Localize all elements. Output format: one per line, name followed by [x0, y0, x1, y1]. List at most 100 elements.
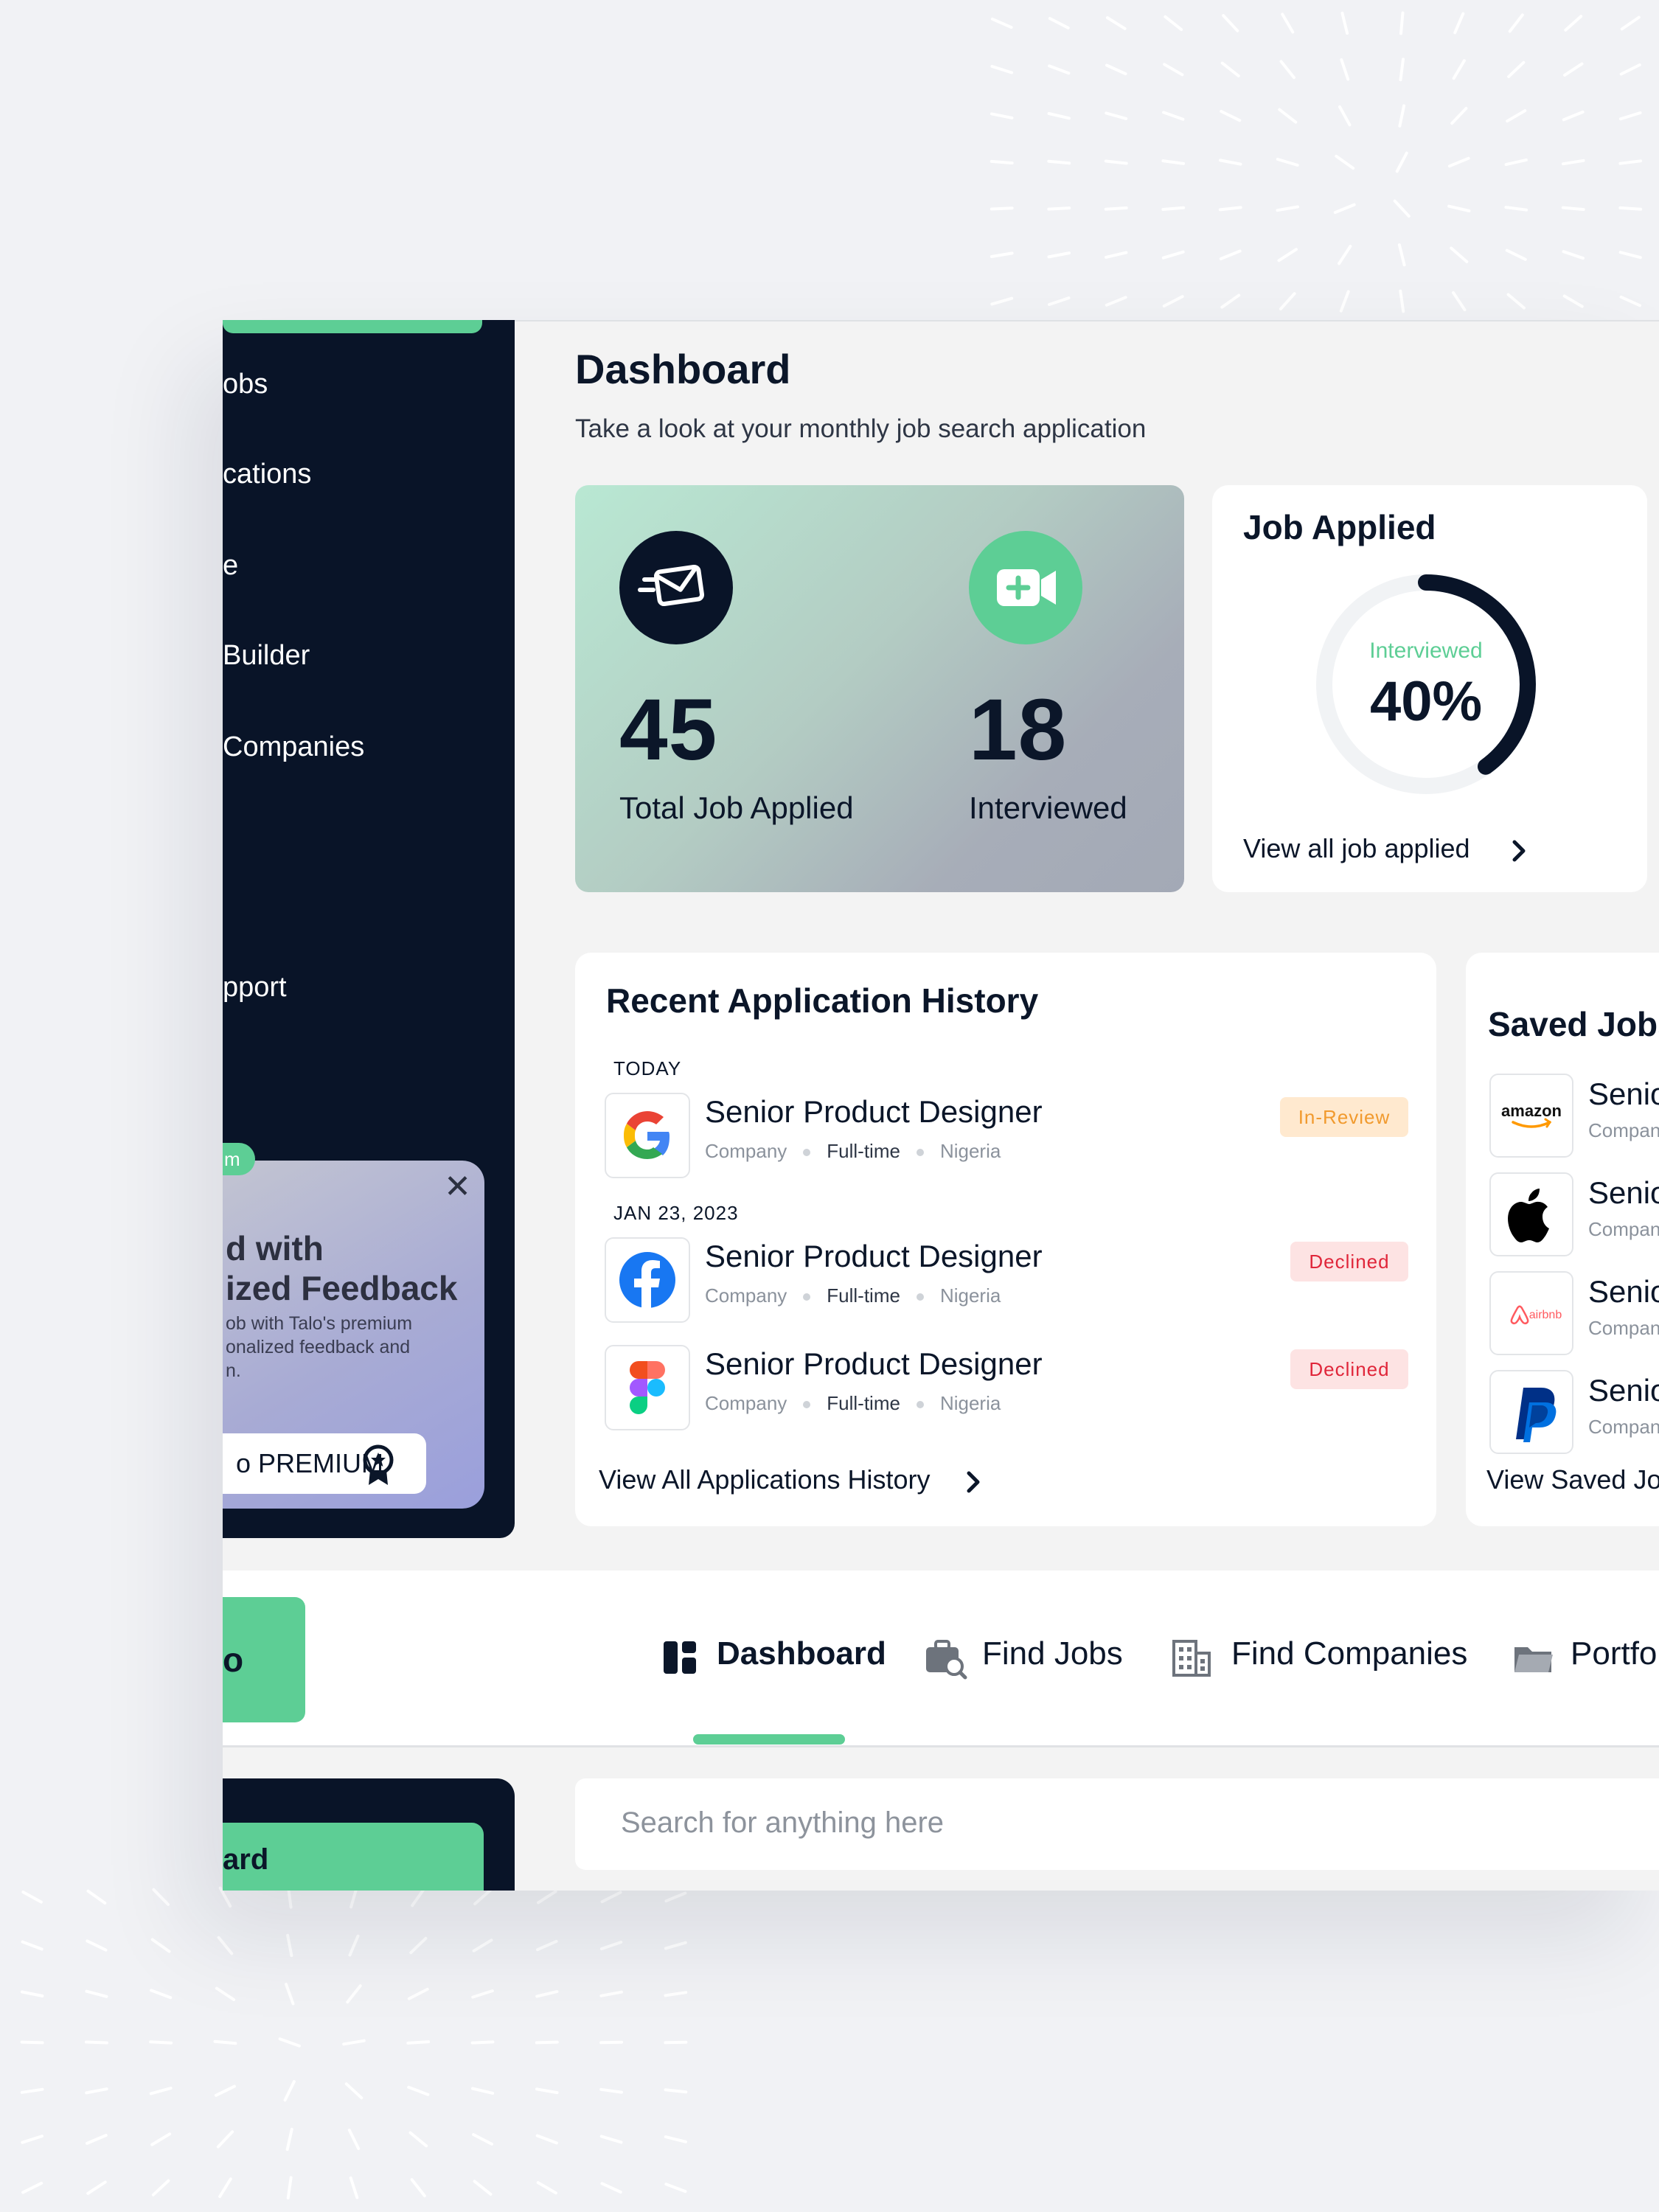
donut-value: 40% — [1369, 670, 1483, 733]
decorative-dash — [409, 1936, 428, 1955]
sidebar-item-companies[interactable]: Companies — [223, 731, 364, 763]
search-input[interactable] — [621, 1801, 1506, 1845]
decorative-dash — [599, 2087, 623, 2094]
decorative-dash — [216, 2130, 234, 2149]
decorative-dash — [1340, 11, 1349, 35]
decorative-dash — [599, 2040, 624, 2045]
tab-portfolio[interactable]: Portfo — [1512, 1628, 1659, 1687]
job-meta: Company Full-time Nigeria — [705, 1140, 1001, 1163]
premium-promo-card: ✕ d with ized Feedback ob with Talo's pr… — [223, 1161, 484, 1509]
decorative-dash — [1218, 206, 1242, 212]
promo-title: d with ized Feedback — [226, 1229, 458, 1307]
saved-job-title[interactable]: Senio — [1588, 1373, 1659, 1408]
sidebar-item-profile[interactable]: e — [223, 550, 238, 582]
sidebar: obs cations e Builder Companies pport ✕ … — [223, 320, 515, 1538]
app-logo-text: o — [223, 1641, 244, 1679]
view-all-applications-link[interactable]: View All Applications History — [599, 1464, 931, 1495]
decorative-dash — [20, 2087, 44, 2094]
decorative-dash — [1506, 109, 1527, 123]
decorative-dash — [151, 2179, 170, 2197]
decorative-dash — [152, 1888, 170, 1906]
job-location: Nigeria — [939, 1284, 1001, 1307]
tab-find-companies[interactable]: Find Companies — [1169, 1628, 1479, 1687]
decorative-dash — [1450, 107, 1468, 125]
apple-logo — [1489, 1172, 1573, 1256]
decorative-dash — [1507, 60, 1526, 78]
decorative-dash — [473, 2180, 493, 2196]
app-logo[interactable]: o — [223, 1597, 305, 1722]
decorative-dash — [86, 2134, 108, 2145]
folder-icon — [1514, 1647, 1553, 1672]
decorative-dash — [1105, 296, 1127, 307]
sidebar-item-resume-builder[interactable]: Builder — [223, 640, 310, 672]
job-company: Company — [705, 1284, 787, 1307]
decorative-dash — [1399, 289, 1405, 313]
decorative-dash — [1164, 15, 1183, 32]
saved-job-title[interactable]: Senio — [1588, 1274, 1659, 1310]
job-title[interactable]: Senior Product Designer — [705, 1239, 1043, 1274]
decorative-dash — [214, 2084, 236, 2097]
chevron-right-icon[interactable] — [1509, 836, 1531, 866]
chevron-right-icon[interactable] — [963, 1467, 985, 1497]
decorative-dash — [1506, 293, 1526, 310]
decorative-dash — [664, 1991, 688, 1997]
saved-job-title[interactable]: Senio — [1588, 1077, 1659, 1112]
saved-job-company: Compan — [1588, 1317, 1659, 1339]
decorative-dash — [473, 1888, 492, 1906]
decorative-dash — [664, 1941, 687, 1950]
sidebar-active-indicator — [223, 320, 482, 333]
go-premium-button[interactable]: o PREMIUM — [223, 1433, 426, 1494]
saved-job-company: Compan — [1588, 1218, 1659, 1240]
tab-find-jobs[interactable]: Find Jobs — [923, 1628, 1144, 1687]
decorative-dash — [1505, 248, 1527, 261]
facebook-logo — [605, 1237, 690, 1323]
decorative-dash — [347, 2128, 361, 2150]
sidebar-item-jobs[interactable]: obs — [223, 369, 268, 400]
history-day-label: TODAY — [613, 1057, 682, 1079]
job-company: Company — [705, 1392, 787, 1414]
decorative-dash — [86, 1939, 108, 1952]
decorative-dash — [1395, 151, 1408, 173]
decorative-dash — [21, 1940, 44, 1951]
decorative-dash — [1048, 296, 1071, 306]
decorative-dash — [1047, 159, 1071, 165]
briefcase-search-icon — [926, 1640, 967, 1680]
figma-logo — [605, 1345, 690, 1430]
decorative-dash — [286, 2176, 293, 2199]
decorative-dash — [990, 65, 1014, 74]
job-title[interactable]: Senior Product Designer — [705, 1094, 1043, 1130]
meta-separator — [803, 1149, 811, 1157]
interviewed-donut-chart: Interviewed 40% — [1308, 566, 1544, 802]
decorative-dash — [1399, 11, 1405, 35]
saved-job-title[interactable]: Senio — [1588, 1175, 1659, 1211]
decorative-dash — [411, 1887, 426, 1907]
decorative-dash — [1047, 112, 1071, 120]
decorative-dash — [664, 2183, 687, 2194]
decorative-dash — [86, 2180, 107, 2195]
view-all-job-applied-link[interactable]: View all job applied — [1243, 833, 1470, 864]
decorative-dash — [664, 2088, 688, 2094]
decorative-dash — [218, 2177, 232, 2199]
sidebar-item-support[interactable]: pport — [223, 972, 287, 1004]
decorative-dash — [600, 2182, 622, 2194]
decorative-dash — [1220, 293, 1241, 309]
decorative-dash — [990, 112, 1014, 119]
decorative-dash — [470, 2087, 495, 2095]
decorative-dash — [406, 2040, 431, 2045]
job-title[interactable]: Senior Product Designer — [705, 1346, 1043, 1382]
decorative-dash — [150, 2132, 172, 2146]
decorative-dash — [1219, 249, 1242, 260]
job-type: Full-time — [827, 1284, 900, 1307]
job-type: Full-time — [827, 1392, 900, 1414]
view-saved-jobs-link[interactable]: View Saved Jo — [1486, 1464, 1659, 1495]
sidebar-item-applications[interactable]: cations — [223, 459, 311, 490]
dashboard-icon — [664, 1641, 696, 1674]
decorative-dash — [1619, 295, 1641, 307]
decorative-dash — [536, 1939, 558, 1952]
decorative-dash — [150, 1938, 171, 1953]
mail-send-icon — [619, 531, 733, 644]
decorative-dash — [1563, 62, 1584, 77]
tab-dashboard[interactable]: Dashboard — [658, 1628, 901, 1687]
close-icon[interactable]: ✕ — [444, 1168, 471, 1206]
decorative-dash — [1279, 292, 1296, 310]
